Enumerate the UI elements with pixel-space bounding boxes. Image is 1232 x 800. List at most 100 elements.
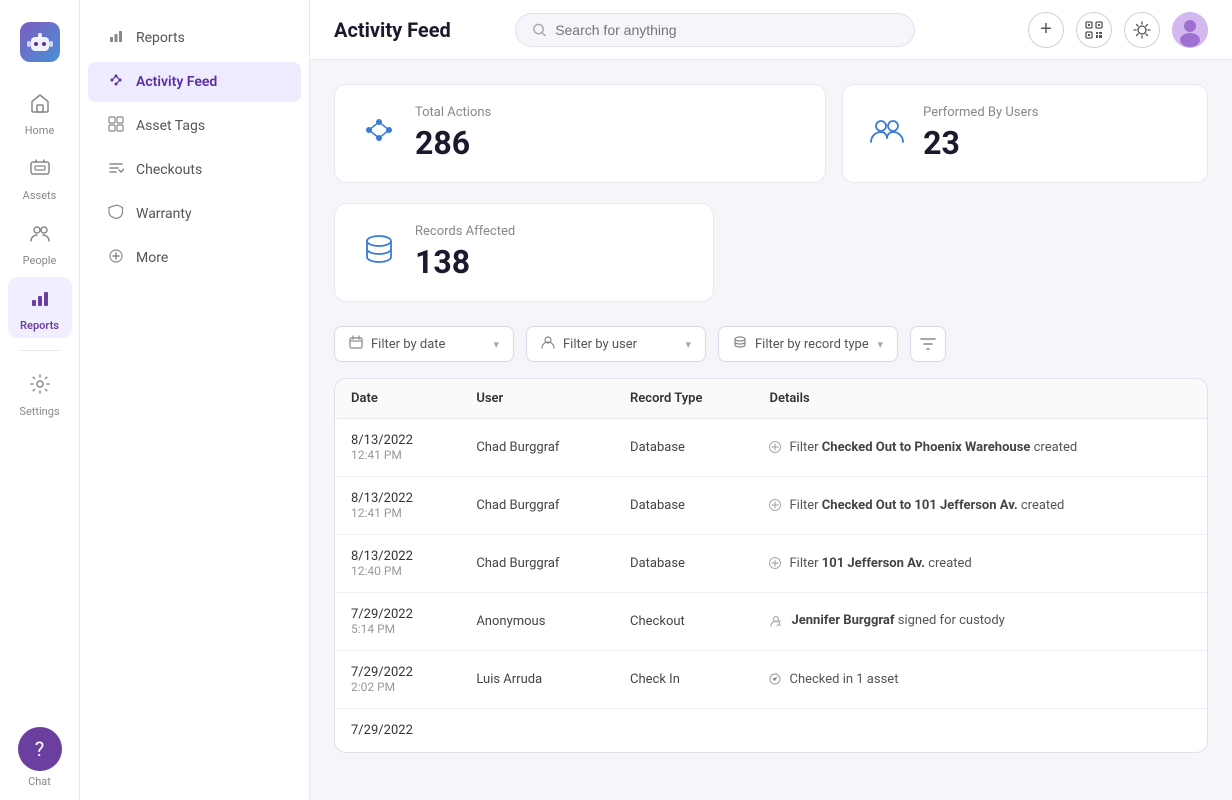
warranty-icon [108,204,124,224]
cell-details: Filter Checked Out to Phoenix Warehouse … [753,419,1207,477]
activity-feed-label: Activity Feed [136,74,217,90]
filters-row: Filter by date ▾ Filter by user ▾ [334,326,1208,362]
table-row[interactable]: 8/13/2022 12:41 PM Chad Burggraf Databas… [335,419,1207,477]
sidebar-item-home[interactable]: Home [8,82,72,143]
calendar-icon [349,335,363,353]
table-row[interactable]: 7/29/2022 5:14 PM Anonymous Checkout Jen… [335,593,1207,651]
total-actions-icon [359,110,399,158]
main-content: Activity Feed + [310,0,1232,800]
sidebar-item-assets[interactable]: Assets [8,147,72,208]
chevron-down-icon-2: ▾ [685,338,691,351]
sidebar-item-activity-feed[interactable]: Activity Feed [88,62,301,102]
search-bar[interactable] [515,13,915,47]
filter-options-button[interactable] [910,326,946,362]
theme-toggle-button[interactable] [1124,12,1160,48]
col-header-record-type: Record Type [614,379,753,419]
cell-user: Chad Burggraf [460,535,614,593]
more-icon [108,248,124,268]
warranty-label: Warranty [136,206,192,222]
filter-by-record-type[interactable]: Filter by record type ▾ [718,326,898,362]
sidebar-item-chat[interactable]: ? [18,727,62,771]
sidebar-item-asset-tags[interactable]: Asset Tags [88,106,301,146]
cell-date: 8/13/2022 12:40 PM [335,535,460,593]
sidebar-item-warranty[interactable]: Warranty [88,194,301,234]
performed-by-users-label: Performed By Users [923,105,1038,120]
col-header-details: Details [753,379,1207,419]
col-header-date: Date [335,379,460,419]
reports-label: Reports [20,319,59,332]
page-title: Activity Feed [334,18,451,42]
sidebar-item-settings[interactable]: Settings [8,363,72,424]
sidebar-item-checkouts[interactable]: Checkouts [88,150,301,190]
topbar: Activity Feed + [310,0,1232,60]
cell-record-type: Checkout [614,593,753,651]
sidebar-item-reports[interactable]: Reports [8,277,72,338]
database-icon [359,229,399,277]
people-label: People [23,254,57,267]
filter-record-type-label: Filter by record type [755,337,869,352]
assets-icon [29,157,51,185]
cell-user: Luis Arruda [460,651,614,709]
details-icon [769,673,781,688]
cell-record-type [614,709,753,753]
assets-label: Assets [23,189,57,202]
chat-section: ? Chat [18,727,62,788]
sidebar-item-more[interactable]: More [88,238,301,278]
table-row[interactable]: 8/13/2022 12:40 PM Chad Burggraf Databas… [335,535,1207,593]
details-text: Checked in 1 asset [789,672,898,687]
user-filter-icon [541,335,555,353]
details-text: Filter 101 Jefferson Av. created [789,556,971,571]
cell-user: Chad Burggraf [460,477,614,535]
cell-date: 7/29/2022 2:02 PM [335,651,460,709]
people-icon [29,222,51,250]
cell-details: Jennifer Burggraf signed for custody [753,593,1207,651]
sidebar: Reports Activity Feed Asset Tag [80,0,310,800]
chat-icon: ? [35,737,44,761]
search-input[interactable] [555,22,898,38]
sun-icon [1133,21,1151,39]
table-row[interactable]: 8/13/2022 12:41 PM Chad Burggraf Databas… [335,477,1207,535]
total-actions-value: 286 [415,124,491,162]
home-icon [29,92,51,120]
col-header-user: User [460,379,614,419]
reports-sidebar-label: Reports [136,30,185,46]
app-logo[interactable] [20,22,60,62]
cell-user: Anonymous [460,593,614,651]
topbar-actions: + [1028,12,1208,48]
cell-date: 7/29/2022 5:14 PM [335,593,460,651]
activity-table: Date User Record Type Details 8/13/2022 … [334,378,1208,753]
details-icon [769,557,781,572]
checkouts-icon [108,160,124,180]
sidebar-item-reports[interactable]: Reports [88,18,301,58]
cell-record-type: Database [614,477,753,535]
details-icon [769,441,781,456]
cell-record-type: Check In [614,651,753,709]
filter-date-label: Filter by date [371,337,445,352]
add-button[interactable]: + [1028,12,1064,48]
performed-by-users-card: Performed By Users 23 [842,84,1208,183]
stats-row-2: Records Affected 138 [334,203,1208,302]
settings-icon [29,373,51,401]
search-icon [532,22,547,38]
nav-divider [20,350,60,351]
sidebar-item-people[interactable]: People [8,212,72,273]
cell-details: Filter 101 Jefferson Av. created [753,535,1207,593]
reports-sidebar-icon [108,28,124,48]
cell-details: Filter Checked Out to 101 Jefferson Av. … [753,477,1207,535]
table-row[interactable]: 7/29/2022 [335,709,1207,753]
filter-user-label: Filter by user [563,337,637,352]
filter-by-date[interactable]: Filter by date ▾ [334,326,514,362]
records-affected-label: Records Affected [415,224,515,239]
performed-by-users-value: 23 [923,124,1038,162]
table-row[interactable]: 7/29/2022 2:02 PM Luis Arruda Check In C… [335,651,1207,709]
home-label: Home [25,124,55,137]
qr-button[interactable] [1076,12,1112,48]
user-avatar[interactable] [1172,12,1208,48]
users-icon [867,110,907,158]
chevron-down-icon: ▾ [493,338,499,351]
cell-user [460,709,614,753]
chat-label: Chat [18,775,62,788]
more-label: More [136,250,168,266]
filter-by-user[interactable]: Filter by user ▾ [526,326,706,362]
cell-details [753,709,1207,753]
